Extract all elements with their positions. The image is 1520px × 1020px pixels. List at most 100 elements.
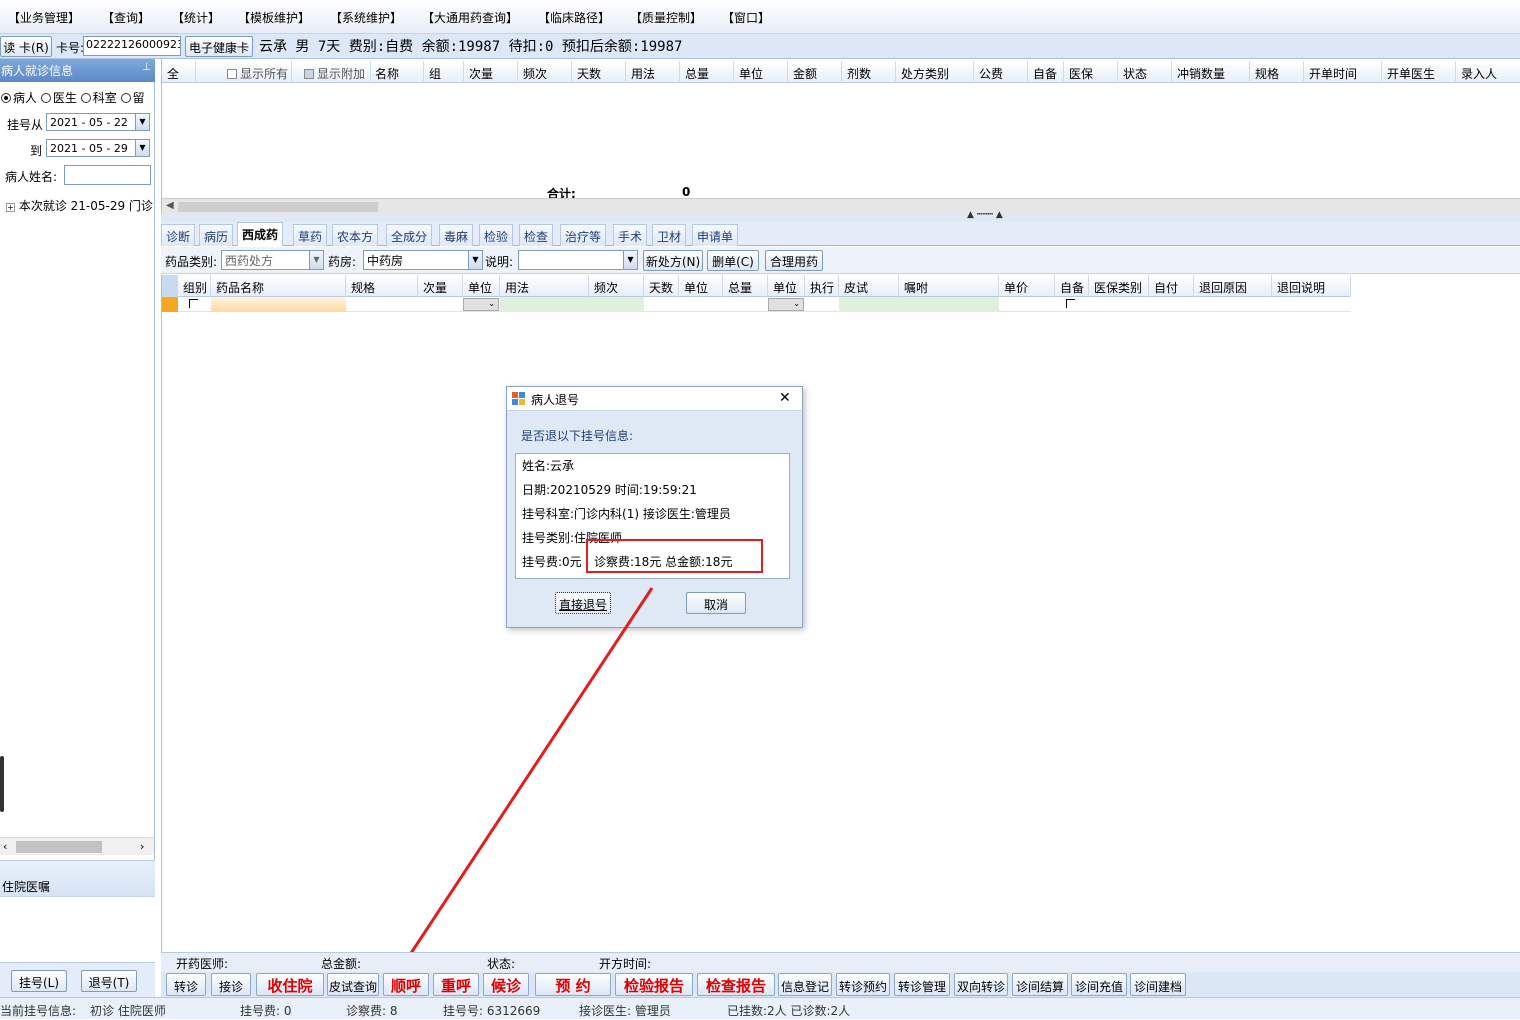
close-icon[interactable]: ✕: [779, 390, 791, 406]
tab-herbal[interactable]: 草药: [293, 224, 328, 246]
tab-materials[interactable]: 卫材: [652, 224, 687, 246]
read-card-button[interactable]: 读 卡(R): [0, 36, 52, 57]
pin-icon[interactable]: ⊥: [142, 62, 151, 73]
patient-name-input[interactable]: [64, 165, 151, 185]
two-way-transfer-button[interactable]: 双向转诊: [954, 973, 1008, 996]
unit-dropdown[interactable]: ⌄: [463, 298, 499, 311]
skin-test-cell[interactable]: [839, 297, 999, 312]
show-extra-checkbox[interactable]: 显示附加: [299, 61, 371, 83]
splitter-handle[interactable]: [0, 756, 4, 812]
tab-full-ingredient[interactable]: 全成分: [386, 224, 433, 246]
chevron-down-icon[interactable]: ▼: [135, 140, 149, 156]
horizontal-splitter[interactable]: ▲ ┅┅┅ ▲: [161, 210, 1520, 222]
appointment-button[interactable]: 预 约: [535, 973, 611, 996]
chevron-down-icon[interactable]: ▼: [468, 251, 482, 269]
tab-request[interactable]: 申请单: [692, 224, 739, 246]
skin-test-query-button[interactable]: 皮试查询: [327, 973, 379, 996]
unit-dropdown[interactable]: ⌄: [768, 298, 804, 311]
tab-surgery[interactable]: 手术: [613, 224, 648, 246]
col-dose: 次量: [464, 61, 518, 83]
tab-western-medicine[interactable]: 西成药: [237, 222, 284, 246]
tab-nongben[interactable]: 农本方: [332, 224, 379, 246]
clinic-settle-button[interactable]: 诊间结算: [1012, 973, 1068, 996]
scroll-thumb[interactable]: [178, 202, 378, 212]
clinic-recharge-button[interactable]: 诊间充值: [1071, 973, 1127, 996]
health-card-button[interactable]: 电子健康卡: [185, 36, 253, 57]
prescription-summary-grid: 全 显示所有 显示附加 名称 组 次量 频次 天数 用法 总量 单位 金额 剂数…: [161, 59, 1520, 214]
rational-drug-button[interactable]: 合理用药: [765, 250, 823, 271]
reg-to-date[interactable]: 2021 - 05 - 29 ▼: [46, 139, 150, 157]
tab-exam[interactable]: 检查: [519, 224, 554, 246]
orders-title: 住院医嘱: [2, 880, 51, 894]
self-provided-checkbox[interactable]: [1066, 299, 1075, 308]
receive-button[interactable]: 接诊: [211, 973, 251, 996]
prescribing-doctor-label: 开药医师:: [176, 957, 229, 971]
chevron-down-icon[interactable]: ▼: [309, 251, 323, 269]
menu-quality[interactable]: 【质量控制】: [630, 9, 702, 26]
tab-lab-test[interactable]: 检验: [479, 224, 514, 246]
usage-cell[interactable]: [500, 297, 644, 312]
splitter-grip-icon[interactable]: ▲ ┅┅┅ ▲: [967, 210, 1003, 220]
card-number-input[interactable]: 022221260009231!: [83, 36, 181, 56]
transfer-manage-button[interactable]: 转诊管理: [894, 973, 950, 996]
tab-diagnosis[interactable]: 诊断: [161, 224, 196, 246]
radio-patient[interactable]: 病人: [1, 91, 37, 105]
admit-button[interactable]: 收住院: [256, 973, 324, 996]
col-order-time: 开单时间: [1304, 61, 1382, 83]
left-hscrollbar[interactable]: ‹ ›: [0, 837, 154, 855]
group-checkbox[interactable]: [189, 299, 198, 308]
show-all-checkbox[interactable]: 显示所有: [222, 61, 292, 83]
chevron-left-icon[interactable]: ◀: [166, 200, 174, 211]
sequential-call-button[interactable]: 顺呼: [383, 973, 429, 996]
lab-report-button[interactable]: 检验报告: [615, 973, 693, 996]
menu-statistics[interactable]: 【统计】: [172, 9, 220, 26]
radio-department[interactable]: 科室: [80, 91, 117, 105]
consult-fee-info: 诊察费: 8: [346, 1004, 398, 1018]
menu-query[interactable]: 【查询】: [102, 9, 150, 26]
col-unit-price: 单价: [999, 275, 1055, 297]
menu-window[interactable]: 【窗口】: [722, 9, 770, 26]
tab-medical-record[interactable]: 病历: [199, 224, 234, 246]
cancel-button[interactable]: 取消: [686, 592, 746, 614]
expand-icon[interactable]: +: [6, 203, 15, 212]
new-prescription-button[interactable]: 新处方(N): [643, 250, 703, 271]
tab-narcotic[interactable]: 毒麻: [439, 224, 474, 246]
delete-prescription-button[interactable]: 删单(C): [707, 250, 759, 271]
row-selector[interactable]: [162, 297, 178, 312]
col-execute: 执行: [805, 275, 839, 297]
transfer-button[interactable]: 转诊: [166, 973, 206, 996]
radio-doctor[interactable]: 医生: [40, 91, 77, 105]
confirm-refund-button[interactable]: 直接退号: [555, 592, 611, 614]
chevron-right-icon[interactable]: ›: [140, 840, 144, 853]
menu-drug-query[interactable]: 【大通用药查询】: [422, 9, 518, 26]
table-row[interactable]: ⌄ ⌄: [162, 297, 1351, 312]
reg-number-info: 挂号号: 6312669: [443, 1004, 541, 1018]
scroll-thumb[interactable]: [16, 841, 102, 853]
menu-system[interactable]: 【系统维护】: [330, 9, 402, 26]
chevron-down-icon[interactable]: ▼: [623, 251, 637, 269]
refund-button[interactable]: 退号(T): [81, 970, 137, 992]
info-register-button[interactable]: 信息登记: [778, 973, 832, 996]
waiting-button[interactable]: 候诊: [483, 973, 529, 996]
recall-button[interactable]: 重呼: [433, 973, 479, 996]
summary-hscrollbar[interactable]: ◀: [162, 198, 1520, 214]
register-button[interactable]: 挂号(L): [11, 970, 67, 992]
reg-from-date[interactable]: 2021 - 05 - 22 ▼: [46, 113, 150, 131]
visit-tree-item[interactable]: + 本次就诊 21-05-29 门诊: [6, 197, 154, 214]
clinic-create-file-button[interactable]: 诊间建档: [1130, 973, 1186, 996]
drug-type-select[interactable]: 西药处方 ▼: [221, 250, 324, 270]
exam-report-button[interactable]: 检查报告: [697, 973, 775, 996]
col-all[interactable]: 全: [162, 61, 196, 83]
chevron-down-icon[interactable]: ▼: [135, 114, 149, 130]
menu-business[interactable]: 【业务管理】: [8, 9, 80, 26]
pharmacy-select[interactable]: 中药房 ▼: [363, 250, 483, 270]
menu-template[interactable]: 【模板维护】: [238, 9, 310, 26]
chevron-left-icon[interactable]: ‹: [3, 840, 7, 853]
menu-clinical-path[interactable]: 【临床路径】: [538, 9, 610, 26]
col-day-unit: 单位: [679, 275, 723, 297]
note-select[interactable]: ▼: [518, 250, 638, 270]
drug-name-cell[interactable]: [211, 297, 346, 312]
tab-treatment[interactable]: 治疗等: [560, 224, 607, 246]
transfer-appointment-button[interactable]: 转诊预约: [836, 973, 890, 996]
radio-stay[interactable]: 留: [120, 91, 145, 105]
